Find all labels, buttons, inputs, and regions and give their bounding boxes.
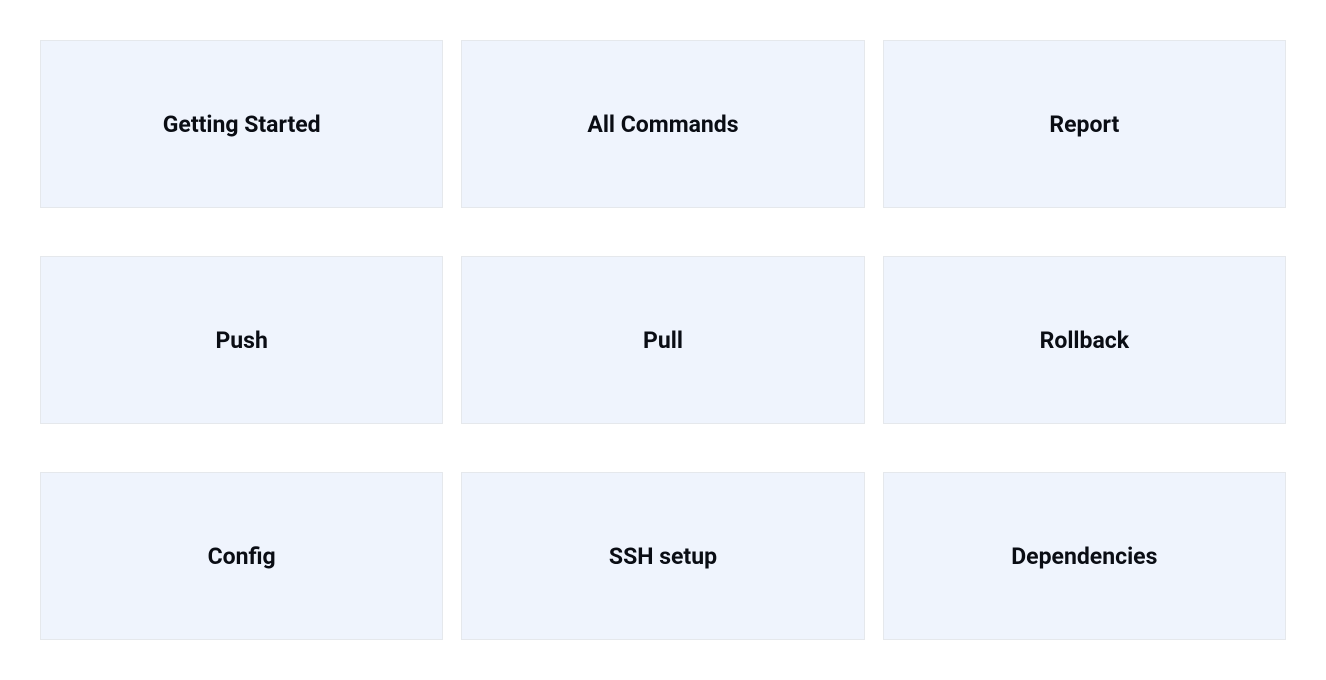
- card-config[interactable]: Config: [40, 472, 443, 640]
- card-grid: Getting Started All Commands Report Push…: [40, 40, 1286, 640]
- card-title: Push: [215, 327, 267, 354]
- card-title: SSH setup: [609, 543, 717, 570]
- card-title: Getting Started: [163, 111, 321, 138]
- card-ssh-setup[interactable]: SSH setup: [461, 472, 864, 640]
- card-title: Pull: [643, 327, 683, 354]
- card-all-commands[interactable]: All Commands: [461, 40, 864, 208]
- card-title: Dependencies: [1011, 543, 1157, 570]
- card-getting-started[interactable]: Getting Started: [40, 40, 443, 208]
- card-title: Config: [208, 543, 276, 570]
- card-dependencies[interactable]: Dependencies: [883, 472, 1286, 640]
- card-rollback[interactable]: Rollback: [883, 256, 1286, 424]
- card-report[interactable]: Report: [883, 40, 1286, 208]
- card-push[interactable]: Push: [40, 256, 443, 424]
- card-pull[interactable]: Pull: [461, 256, 864, 424]
- card-title: Rollback: [1040, 327, 1129, 354]
- card-title: Report: [1049, 111, 1119, 138]
- card-title: All Commands: [587, 111, 738, 138]
